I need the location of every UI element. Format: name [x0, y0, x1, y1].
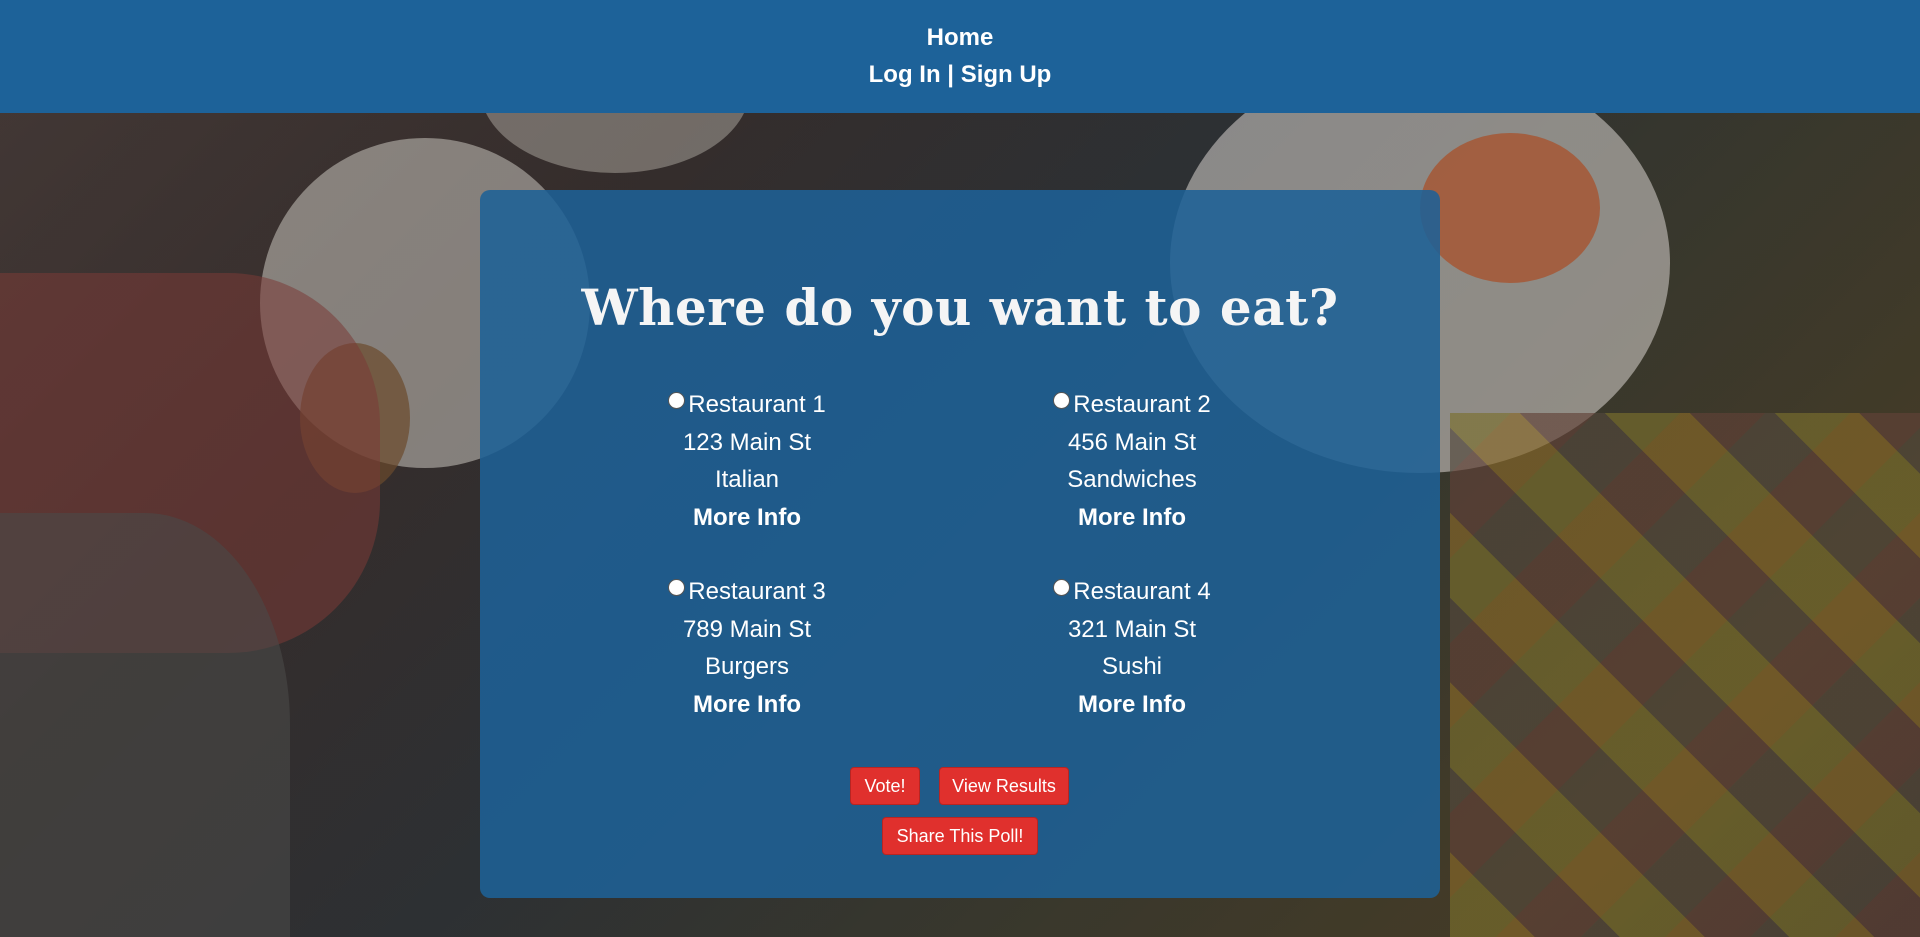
- restaurant-address: 789 Main St: [682, 615, 812, 643]
- restaurant-address: 123 Main St: [682, 428, 812, 456]
- restaurant-radio[interactable]: [1053, 579, 1071, 596]
- poll-card: Where do you want to eat? Restaurant 1 1…: [480, 190, 1440, 898]
- nav-auth-row: Log In | Sign Up: [0, 59, 1920, 91]
- restaurant-name-row: Restaurant 3: [597, 573, 897, 611]
- restaurant-cuisine: Italian: [714, 466, 780, 493]
- background-plate: [480, 113, 750, 173]
- login-link[interactable]: Log In: [869, 61, 941, 88]
- restaurant-option: Restaurant 3 789 Main St Burgers More In…: [597, 573, 897, 723]
- background-burger: [1420, 133, 1600, 283]
- restaurant-address: 321 Main St: [1067, 615, 1197, 643]
- more-info-link[interactable]: More Info: [693, 691, 801, 718]
- restaurant-name-row: Restaurant 1: [597, 386, 897, 424]
- share-poll-button[interactable]: Share This Poll!: [882, 817, 1038, 855]
- nav-home-row: Home: [0, 22, 1920, 54]
- restaurant-name-row: Restaurant 2: [982, 386, 1282, 424]
- restaurant-option: Restaurant 2 456 Main St Sandwiches More…: [982, 386, 1282, 536]
- restaurant-address: 456 Main St: [1067, 428, 1197, 456]
- restaurant-name: Restaurant 4: [1073, 578, 1211, 605]
- nav-separator: |: [947, 61, 955, 88]
- vote-button[interactable]: Vote!: [850, 767, 920, 805]
- home-link[interactable]: Home: [927, 24, 994, 51]
- restaurant-cuisine: Sushi: [1101, 653, 1163, 680]
- restaurant-radio[interactable]: [668, 579, 686, 596]
- background-arm: [0, 513, 290, 937]
- more-info-link[interactable]: More Info: [693, 504, 801, 531]
- poll-title: Where do you want to eat?: [581, 278, 1339, 337]
- more-info-link[interactable]: More Info: [1078, 691, 1186, 718]
- restaurant-cuisine: Burgers: [704, 653, 790, 680]
- restaurant-name: Restaurant 1: [688, 391, 826, 418]
- restaurant-name: Restaurant 2: [1073, 391, 1211, 418]
- restaurant-radio[interactable]: [1053, 392, 1071, 409]
- navbar: Home Log In | Sign Up: [0, 0, 1920, 113]
- more-info-link[interactable]: More Info: [1078, 504, 1186, 531]
- background-tiles: [1450, 413, 1920, 937]
- restaurant-option: Restaurant 4 321 Main St Sushi More Info: [982, 573, 1282, 723]
- restaurant-name-row: Restaurant 4: [982, 573, 1282, 611]
- restaurant-radio[interactable]: [668, 392, 686, 409]
- signup-link[interactable]: Sign Up: [961, 61, 1052, 88]
- restaurant-cuisine: Sandwiches: [1067, 466, 1197, 493]
- view-results-button[interactable]: View Results: [939, 767, 1069, 805]
- restaurant-option: Restaurant 1 123 Main St Italian More In…: [597, 386, 897, 536]
- restaurant-name: Restaurant 3: [688, 578, 826, 605]
